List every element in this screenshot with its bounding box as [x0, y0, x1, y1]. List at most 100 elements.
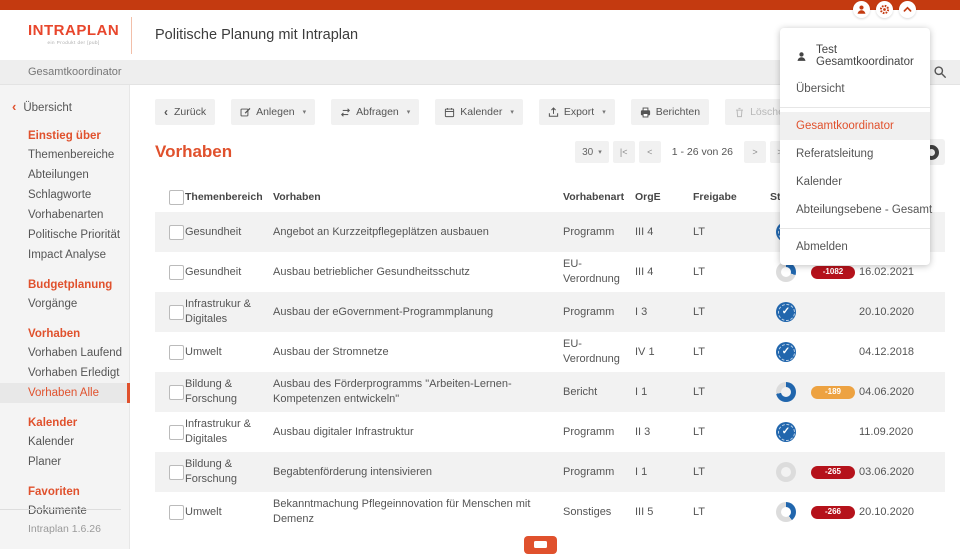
fab-icon [534, 541, 547, 548]
search-icon[interactable] [933, 65, 947, 79]
topbar-icons [853, 1, 916, 18]
floating-action-button[interactable] [524, 536, 557, 554]
menu-item-abteilungsebene-gesamt[interactable]: Abteilungsebene - Gesamt [780, 196, 930, 224]
menu-item-abmelden[interactable]: Abmelden [780, 233, 930, 261]
cell-status [765, 262, 807, 282]
kalender-button[interactable]: Kalender▾ [435, 99, 523, 125]
sidebar-item-impact-analyse[interactable]: Impact Analyse [0, 245, 129, 265]
table-row[interactable]: Bildung & ForschungBegabtenförderung int… [155, 452, 945, 492]
menu-item-referatsleitung[interactable]: Referatsleitung [780, 140, 930, 168]
gear-icon[interactable] [876, 1, 893, 18]
sidebar-item-kalender[interactable]: Kalender [0, 432, 129, 452]
sidebar-item-vorg-nge[interactable]: Vorgänge [0, 294, 129, 314]
table-row[interactable]: Bildung & ForschungAusbau des Förderprog… [155, 372, 945, 412]
select-all-checkbox[interactable] [169, 190, 184, 205]
cell-vorhaben: Bekanntmachung Pflegeinnovation für Mens… [273, 497, 563, 527]
cell-themenbereich: Umwelt [185, 345, 273, 360]
sidebar-item-vorhabenarten[interactable]: Vorhabenarten [0, 205, 129, 225]
menu-item-kalender[interactable]: Kalender [780, 168, 930, 196]
row-checkbox[interactable] [169, 505, 184, 520]
menu-item--bersicht[interactable]: Übersicht [780, 75, 930, 103]
cell-themenbereich: Infrastrukur & Digitales [185, 417, 273, 447]
pagination-range: 1 - 26 von 26 [672, 146, 733, 158]
cell-status: ✓ [765, 342, 807, 362]
cell-status [765, 502, 807, 522]
sidebar-item-vorhaben-alle[interactable]: Vorhaben Alle [0, 383, 129, 403]
sidebar-section-header: Vorhaben [0, 314, 129, 343]
row-checkbox[interactable] [169, 265, 184, 280]
due-badge: -266 [811, 506, 855, 519]
export-button[interactable]: Export▾ [539, 99, 615, 125]
pagination-prev-button[interactable]: < [639, 141, 661, 163]
cell-themenbereich: Umwelt [185, 505, 273, 520]
row-checkbox[interactable] [169, 305, 184, 320]
table-row[interactable]: UmweltAusbau der StromnetzeEU-Verordnung… [155, 332, 945, 372]
pagination-first-button[interactable]: |< [613, 141, 635, 163]
button-label: Abfragen [356, 106, 399, 118]
page-size-select[interactable]: 30▾ [575, 141, 609, 163]
cell-themenbereich: Gesundheit [185, 265, 273, 280]
due-badge: -1082 [811, 266, 855, 279]
row-checkbox[interactable] [169, 225, 184, 240]
table-row[interactable]: UmweltBekanntmachung Pflegeinnovation fü… [155, 492, 945, 532]
cell-vorhabenart: Sonstiges [563, 505, 635, 520]
zur-ck-button[interactable]: ‹Zurück [155, 99, 215, 125]
sidebar-section-header: Einstieg über [0, 116, 129, 145]
printer-icon [640, 107, 651, 118]
sidebar-item-abteilungen[interactable]: Abteilungen [0, 165, 129, 185]
edit-icon [240, 107, 251, 118]
pagination: 30▾ |< < 1 - 26 von 26 > >| [575, 141, 792, 163]
anlegen-button[interactable]: Anlegen▾ [231, 99, 315, 125]
cell-orge: III 4 [635, 225, 693, 240]
caret-down-icon: ▾ [407, 108, 411, 116]
sidebar-item-vorhaben-erledigt[interactable]: Vorhaben Erledigt [0, 363, 129, 383]
cell-freigabe: LT [693, 305, 765, 320]
table-row[interactable]: Infrastrukur & DigitalesAusbau der eGove… [155, 292, 945, 332]
breadcrumb: Gesamtkoordinator [28, 66, 122, 78]
column-header-orge[interactable]: OrgE [635, 190, 693, 204]
column-header-vorhaben[interactable]: Vorhaben [273, 190, 563, 204]
button-label: Kalender [460, 106, 502, 118]
sidebar-item-planer[interactable]: Planer [0, 452, 129, 472]
sidebar-item-politische-priorit-t[interactable]: Politische Priorität [0, 225, 129, 245]
sidebar-item-themenbereiche[interactable]: Themenbereiche [0, 145, 129, 165]
cell-geaendert: 11.09.2020 [859, 425, 945, 440]
cell-themenbereich: Bildung & Forschung [185, 457, 273, 487]
cell-faellig: -189 [807, 386, 859, 399]
button-label: Anlegen [256, 106, 295, 118]
button-label: Zurück [174, 106, 206, 118]
cell-vorhaben: Ausbau der eGovernment-Programmplanung [273, 305, 563, 320]
column-header-vorhabenart[interactable]: Vorhabenart [563, 190, 635, 204]
cell-orge: I 1 [635, 385, 693, 400]
cell-orge: III 5 [635, 505, 693, 520]
cell-freigabe: LT [693, 345, 765, 360]
abfragen-button[interactable]: Abfragen ▾ [331, 99, 419, 125]
app-title: Politische Planung mit Intraplan [155, 27, 358, 43]
sidebar-back-uebersicht[interactable]: ‹Übersicht [0, 85, 129, 116]
sidebar-item-schlagworte[interactable]: Schlagworte [0, 185, 129, 205]
user-icon[interactable] [853, 1, 870, 18]
row-checkbox[interactable] [169, 465, 184, 480]
table-row[interactable]: Infrastrukur & DigitalesAusbau digitaler… [155, 412, 945, 452]
cell-vorhabenart: Programm [563, 465, 635, 480]
cell-geaendert: 04.06.2020 [859, 385, 945, 400]
cell-geaendert: 03.06.2020 [859, 465, 945, 480]
column-header-themenbereich[interactable]: Themenbereich [185, 190, 273, 204]
row-checkbox[interactable] [169, 385, 184, 400]
menu-item-gesamtkoordinator[interactable]: Gesamtkoordinator [780, 112, 930, 140]
logo-text: INTRAPLAN [28, 22, 119, 39]
sidebar-item-vorhaben-laufend[interactable]: Vorhaben Laufend [0, 343, 129, 363]
row-checkbox[interactable] [169, 425, 184, 440]
pagination-next-button[interactable]: > [744, 141, 766, 163]
app-logo: INTRAPLAN ein Produkt der [pub] [28, 22, 119, 45]
app-version: Intraplan 1.6.26 [0, 509, 121, 535]
cell-orge: I 3 [635, 305, 693, 320]
column-header-freigabe[interactable]: Freigabe [693, 190, 765, 204]
chevron-up-icon[interactable] [899, 1, 916, 18]
row-checkbox[interactable] [169, 345, 184, 360]
cell-orge: I 1 [635, 465, 693, 480]
status-empty-icon [776, 462, 796, 482]
berichten-button[interactable]: Berichten [631, 99, 709, 125]
menu-user: Test Gesamtkoordinator [780, 33, 930, 75]
cell-status: ✓ [765, 422, 807, 442]
